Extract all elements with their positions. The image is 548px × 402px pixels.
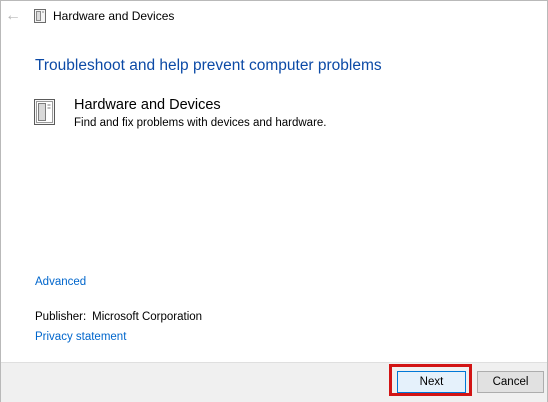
- publisher-value: Microsoft Corporation: [92, 311, 203, 323]
- back-arrow-icon[interactable]: ←: [5, 8, 21, 24]
- advanced-link[interactable]: Advanced: [35, 275, 86, 290]
- cancel-button[interactable]: Cancel: [477, 371, 544, 393]
- publisher-label: Publisher:: [35, 311, 87, 323]
- privacy-statement-link[interactable]: Privacy statement: [35, 330, 126, 345]
- next-button[interactable]: Next: [397, 371, 466, 393]
- troubleshooter-item: Hardware and Devices Find and fix proble…: [34, 96, 494, 136]
- title-bar: ← Hardware and Devices: [1, 1, 547, 33]
- troubleshooter-title: Hardware and Devices: [74, 97, 221, 113]
- window-title: Hardware and Devices: [53, 9, 175, 23]
- troubleshooter-window: ← Hardware and Devices Troubleshoot and …: [0, 0, 548, 402]
- publisher-info: Publisher: Microsoft Corporation: [35, 310, 202, 325]
- hardware-devices-icon: [34, 9, 46, 23]
- hardware-devices-icon: [34, 99, 55, 125]
- troubleshooter-description: Find and fix problems with devices and h…: [74, 117, 327, 129]
- page-heading: Troubleshoot and help prevent computer p…: [35, 57, 382, 74]
